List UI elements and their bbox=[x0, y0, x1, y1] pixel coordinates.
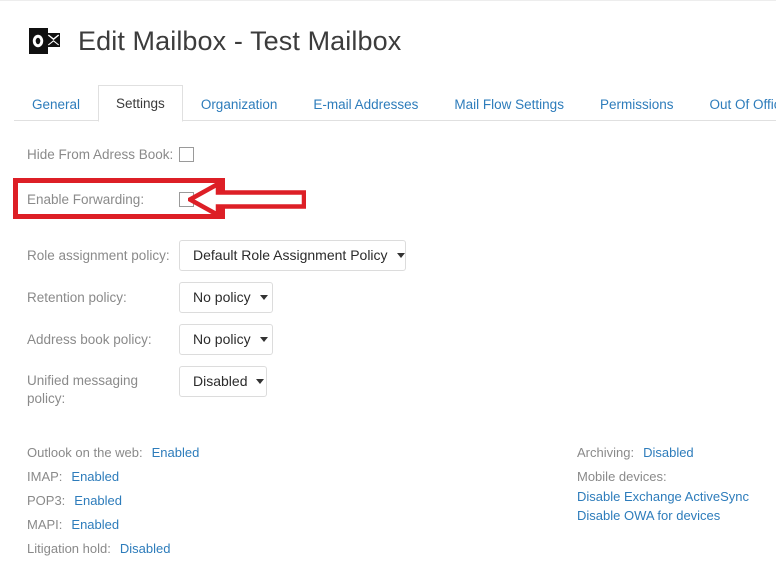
chevron-down-icon bbox=[396, 252, 405, 258]
tab-out-of-office[interactable]: Out Of Office bbox=[691, 88, 776, 122]
retention-policy-label: Retention policy: bbox=[27, 290, 127, 305]
status-value[interactable]: Disabled bbox=[643, 445, 694, 460]
address-book-policy-dropdown[interactable]: No policy bbox=[179, 324, 273, 355]
unified-messaging-policy-dropdown[interactable]: Disabled bbox=[179, 366, 267, 397]
chevron-down-icon bbox=[259, 336, 268, 342]
address-book-policy-row: Address book policy: No policy bbox=[27, 324, 273, 355]
status-row-pop3: POP3: Enabled bbox=[27, 493, 199, 508]
role-assignment-policy-label: Role assignment policy: bbox=[27, 248, 170, 263]
hide-from-address-book-checkbox[interactable] bbox=[179, 147, 194, 162]
tab-bar: General Settings Organization E-mail Add… bbox=[0, 82, 776, 122]
page-header: Edit Mailbox - Test Mailbox bbox=[27, 24, 401, 58]
status-row-litigation-hold: Litigation hold: Disabled bbox=[27, 541, 199, 556]
unified-messaging-policy-value: Disabled bbox=[193, 373, 248, 389]
status-value[interactable]: Disabled bbox=[120, 541, 171, 556]
annotation-arrow-icon bbox=[185, 179, 307, 220]
enable-forwarding-checkbox[interactable] bbox=[179, 192, 194, 207]
retention-policy-dropdown[interactable]: No policy bbox=[179, 282, 273, 313]
page-title: Edit Mailbox - Test Mailbox bbox=[78, 25, 402, 56]
status-list-right: Archiving: Disabled Mobile devices: Disa… bbox=[577, 445, 749, 525]
tab-settings[interactable]: Settings bbox=[98, 84, 183, 122]
status-key: POP3: bbox=[27, 493, 66, 508]
tab-general[interactable]: General bbox=[14, 88, 98, 122]
status-key: Outlook on the web: bbox=[27, 445, 143, 460]
status-key: IMAP: bbox=[27, 469, 63, 484]
unified-messaging-policy-label: Unified messaging policy: bbox=[27, 373, 139, 406]
tab-organization[interactable]: Organization bbox=[183, 88, 296, 122]
status-row-mapi: MAPI: Enabled bbox=[27, 517, 199, 532]
role-assignment-policy-row: Role assignment policy: Default Role Ass… bbox=[27, 240, 406, 271]
tab-email-addresses[interactable]: E-mail Addresses bbox=[295, 88, 436, 122]
role-assignment-policy-dropdown[interactable]: Default Role Assignment Policy bbox=[179, 240, 406, 271]
mobile-devices-label: Mobile devices: bbox=[577, 469, 667, 484]
disable-owa-for-devices-link[interactable]: Disable OWA for devices bbox=[577, 506, 749, 525]
status-key: Litigation hold: bbox=[27, 541, 111, 556]
hide-from-address-book-row: Hide From Adress Book: bbox=[27, 147, 194, 162]
hide-from-address-book-label: Hide From Adress Book: bbox=[27, 147, 174, 162]
status-value[interactable]: Enabled bbox=[152, 445, 200, 460]
status-value[interactable]: Enabled bbox=[74, 493, 122, 508]
status-row-imap: IMAP: Enabled bbox=[27, 469, 199, 484]
status-value[interactable]: Enabled bbox=[71, 469, 119, 484]
status-row-outlook-on-the-web: Outlook on the web: Enabled bbox=[27, 445, 199, 460]
role-assignment-policy-value: Default Role Assignment Policy bbox=[193, 247, 388, 263]
address-book-policy-value: No policy bbox=[193, 331, 251, 347]
tab-mail-flow-settings[interactable]: Mail Flow Settings bbox=[436, 88, 582, 122]
status-value[interactable]: Enabled bbox=[71, 517, 119, 532]
status-list-left: Outlook on the web: Enabled IMAP: Enable… bbox=[27, 445, 199, 565]
status-key: Archiving: bbox=[577, 445, 635, 460]
retention-policy-row: Retention policy: No policy bbox=[27, 282, 273, 313]
chevron-down-icon bbox=[259, 294, 268, 300]
enable-forwarding-label: Enable Forwarding: bbox=[27, 192, 145, 207]
top-divider bbox=[0, 0, 776, 1]
tab-permissions[interactable]: Permissions bbox=[582, 88, 692, 122]
unified-messaging-policy-row: Unified messaging policy: Disabled bbox=[27, 366, 267, 408]
disable-exchange-activesync-link[interactable]: Disable Exchange ActiveSync bbox=[577, 487, 749, 506]
enable-forwarding-row: Enable Forwarding: bbox=[27, 192, 194, 207]
address-book-policy-label: Address book policy: bbox=[27, 332, 152, 347]
retention-policy-value: No policy bbox=[193, 289, 251, 305]
tab-list: General Settings Organization E-mail Add… bbox=[14, 82, 776, 122]
outlook-icon bbox=[27, 24, 61, 58]
chevron-down-icon bbox=[256, 378, 265, 384]
status-key: MAPI: bbox=[27, 517, 63, 532]
status-row-archiving: Archiving: Disabled bbox=[577, 445, 749, 460]
